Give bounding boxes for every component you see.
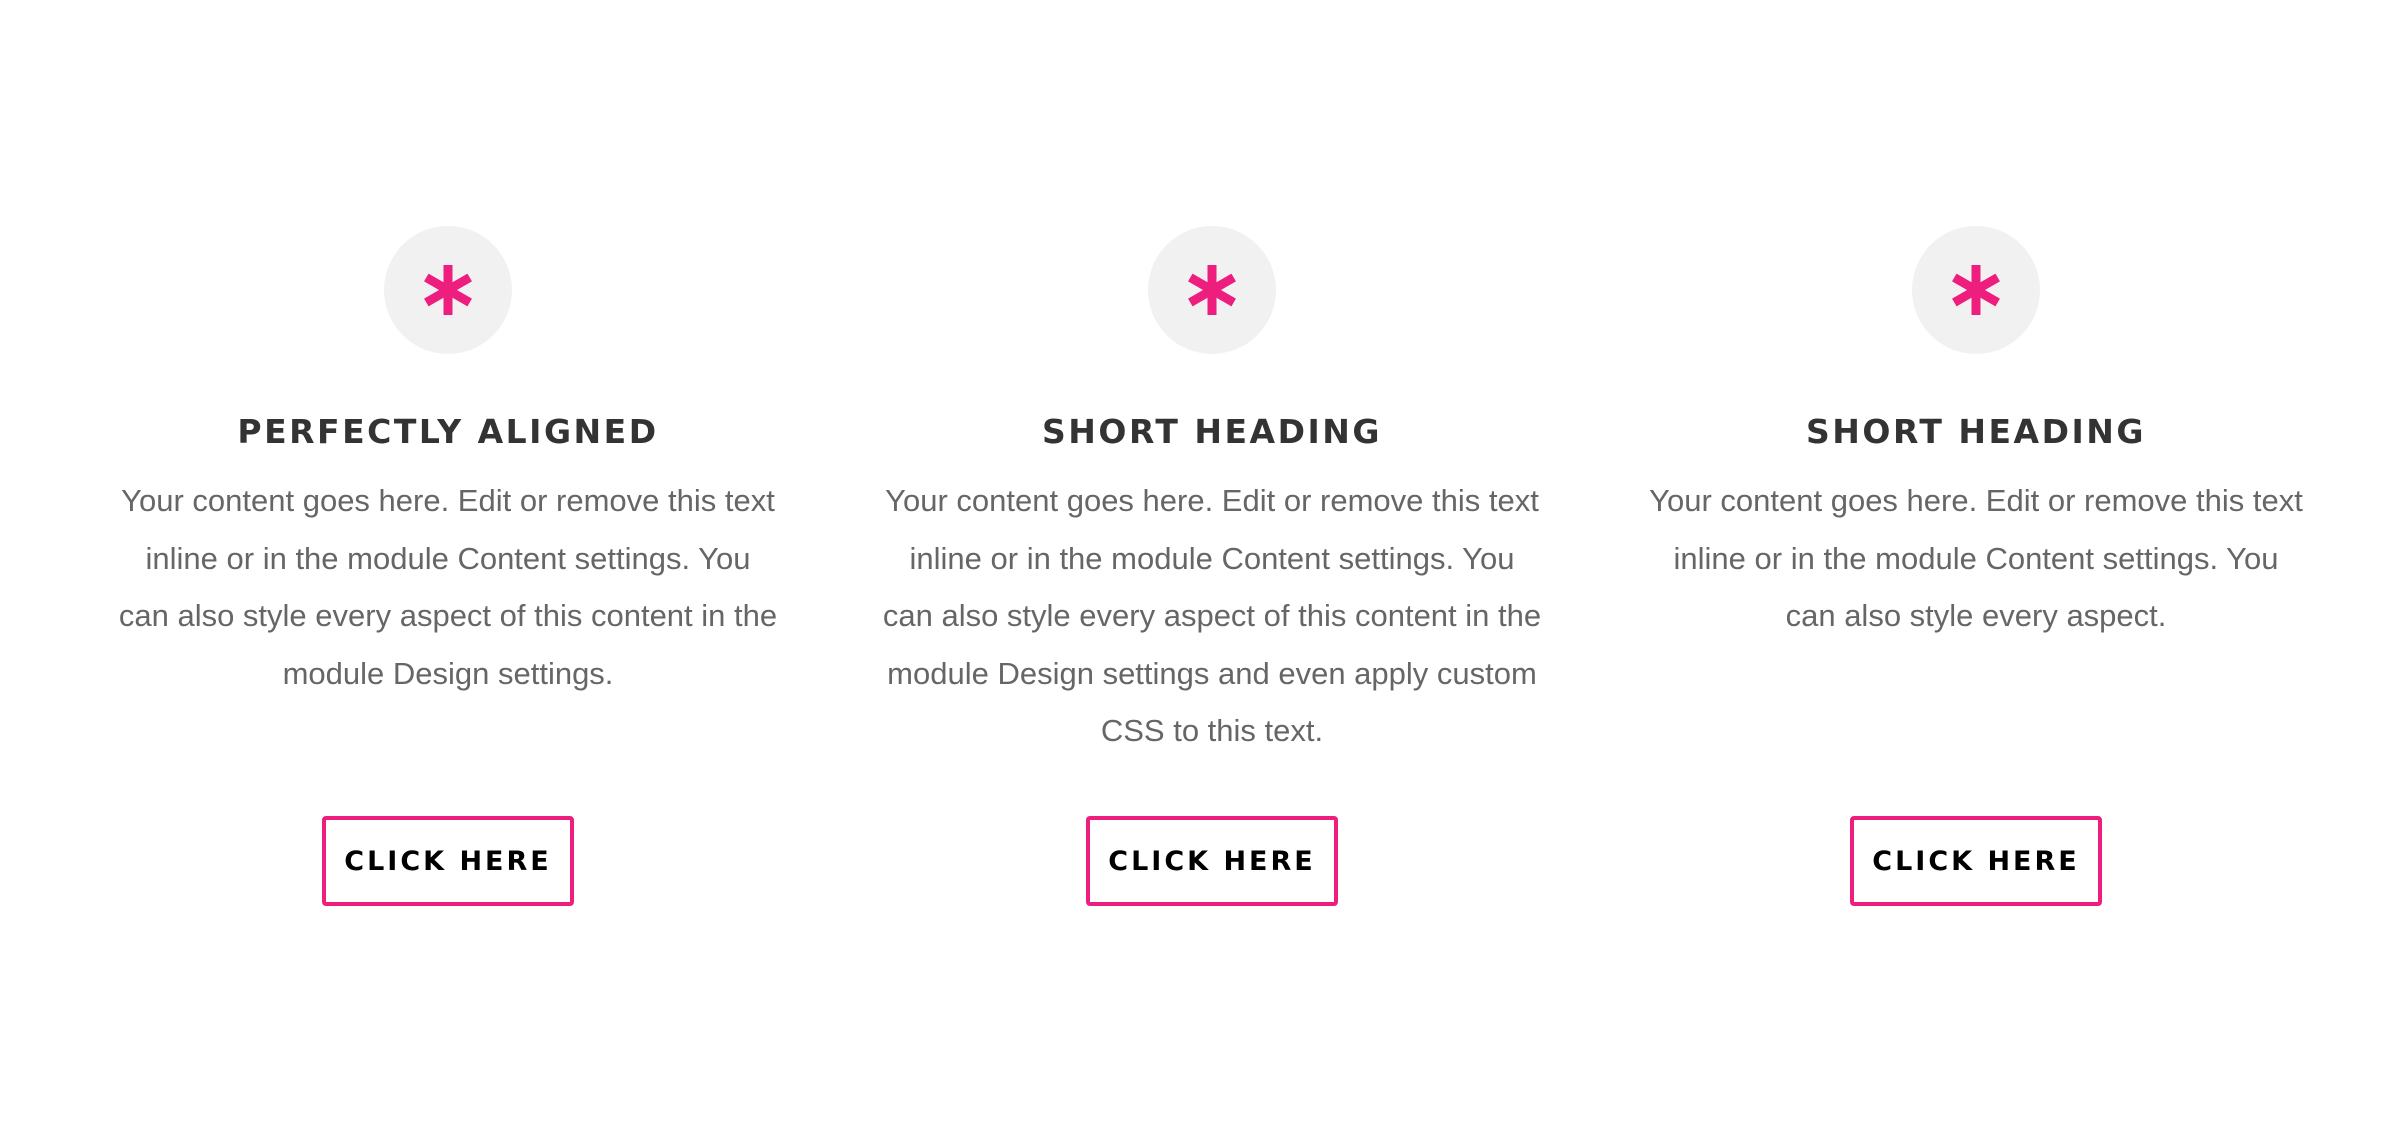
blurb-column-3: SHORT HEADING Your content goes here. Ed… [1616, 0, 2336, 1130]
icon-circle [1912, 226, 2040, 354]
asterisk-icon [424, 265, 472, 315]
blurb-column-2: SHORT HEADING Your content goes here. Ed… [852, 0, 1572, 1130]
asterisk-icon [1188, 265, 1236, 315]
blurb-heading: SHORT HEADING [1806, 412, 2146, 451]
asterisk-icon [1952, 265, 2000, 315]
click-here-button[interactable]: CLICK HERE [322, 816, 574, 906]
blurb-text: Your content goes here. Edit or remove t… [118, 483, 778, 691]
icon-circle [1148, 226, 1276, 354]
icon-circle [384, 226, 512, 354]
blurb-row: PERFECTLY ALIGNED Your content goes here… [0, 0, 2400, 1130]
blurb-text: Your content goes here. Edit or remove t… [882, 483, 1542, 748]
click-here-button[interactable]: CLICK HERE [1850, 816, 2102, 906]
blurb-column-1: PERFECTLY ALIGNED Your content goes here… [88, 0, 808, 1130]
click-here-button[interactable]: CLICK HERE [1086, 816, 1338, 906]
blurb-text: Your content goes here. Edit or remove t… [1649, 483, 2303, 633]
blurb-heading: PERFECTLY ALIGNED [237, 412, 659, 451]
blurb-heading: SHORT HEADING [1042, 412, 1382, 451]
